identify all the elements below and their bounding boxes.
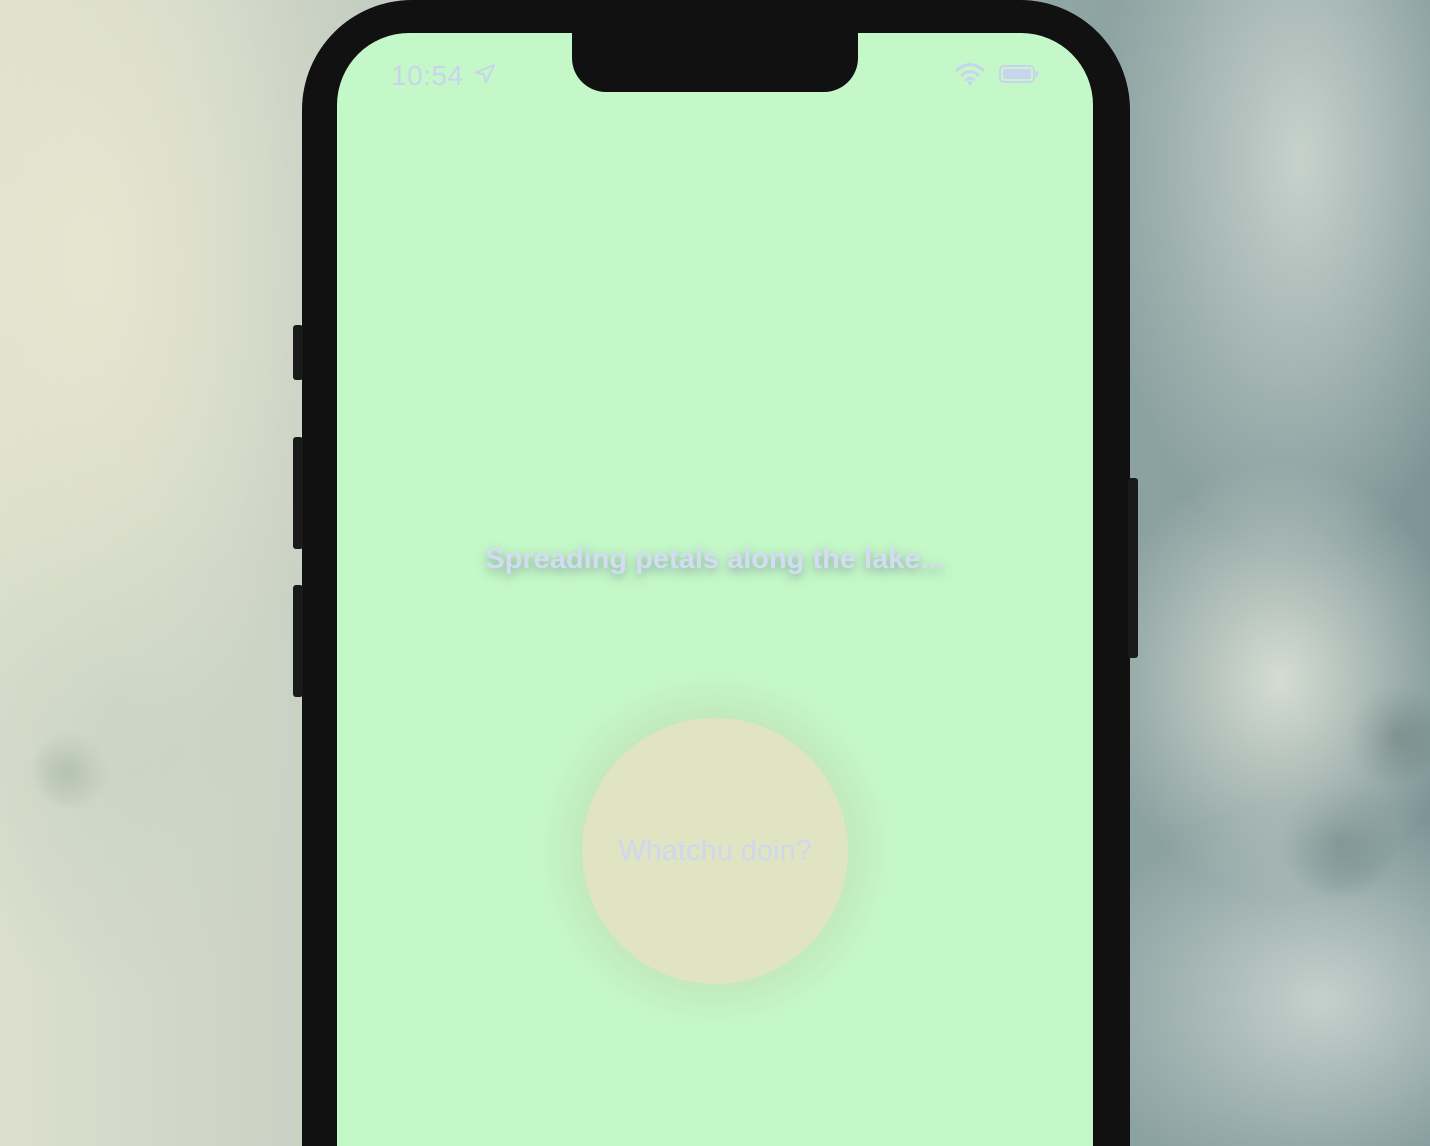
volume-down-button [293, 585, 303, 697]
power-button [1128, 478, 1138, 658]
location-arrow-icon [474, 60, 496, 92]
notch [572, 20, 858, 92]
volume-up-button [293, 437, 303, 549]
clock-label: 10:54 [391, 60, 464, 91]
loading-message: Spreading petals along the lake... [485, 543, 945, 575]
whatchu-doin-button[interactable]: Whatchu doin? [582, 718, 848, 984]
silent-switch [293, 325, 303, 380]
battery-icon [999, 64, 1039, 89]
wifi-icon [955, 62, 985, 91]
status-bar-time: 10:54 [391, 59, 496, 93]
status-bar-indicators [955, 62, 1039, 91]
